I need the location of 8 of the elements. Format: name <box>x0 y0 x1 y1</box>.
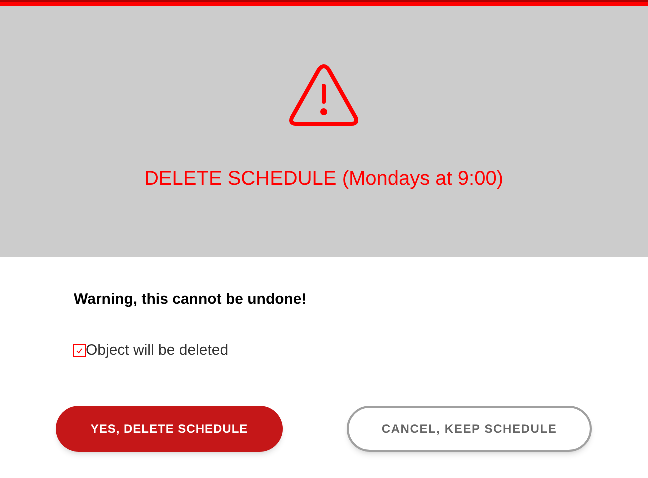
checkbox[interactable] <box>73 344 86 358</box>
checkmark-icon <box>76 348 83 354</box>
warning-text: Warning, this cannot be undone! <box>74 290 308 310</box>
warning-icon <box>288 64 360 128</box>
delete-button[interactable]: YES, DELETE SCHEDULE <box>56 406 283 452</box>
cancel-button[interactable]: CANCEL, KEEP SCHEDULE <box>347 406 592 452</box>
checkbox-label: Object will be deleted <box>86 340 229 360</box>
dialog-title: DELETE SCHEDULE (Mondays at 9:00) <box>144 167 504 192</box>
